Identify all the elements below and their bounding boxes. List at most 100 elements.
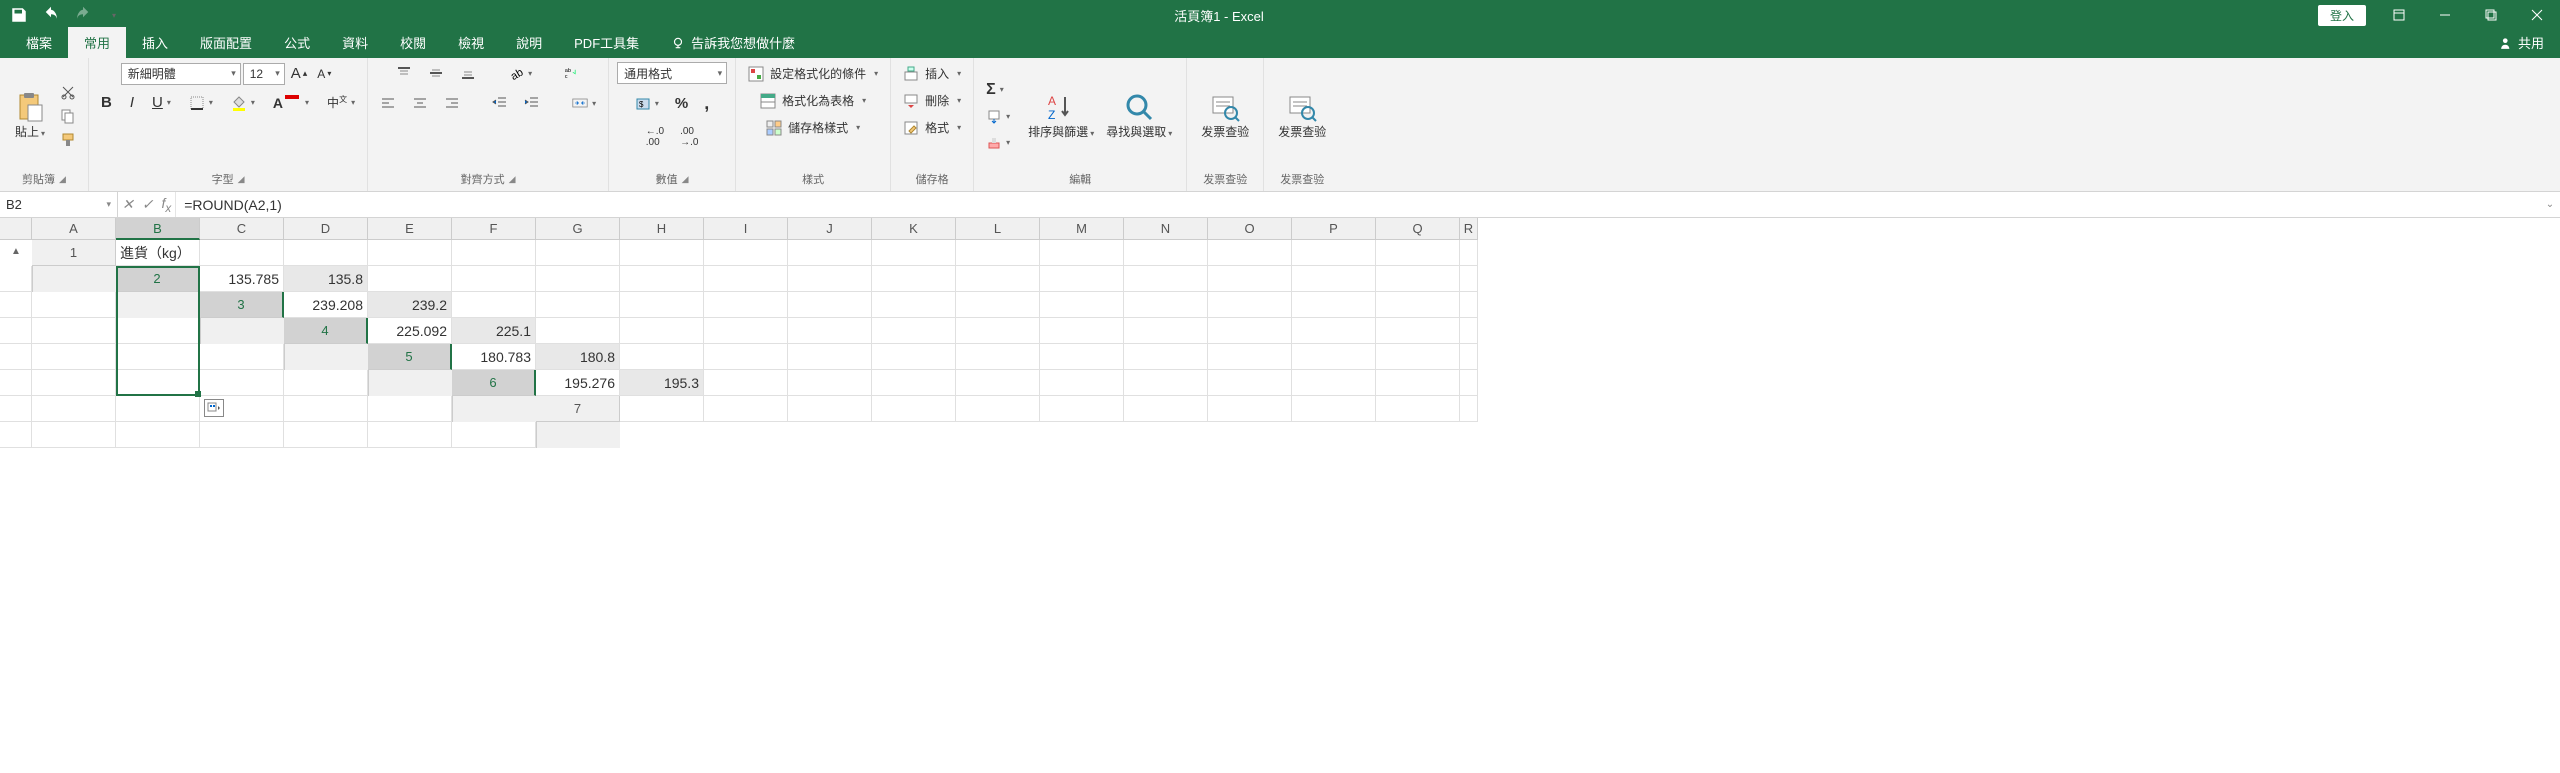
cell[interactable] bbox=[1460, 292, 1478, 318]
invoice-check-button-1[interactable]: 发票查验 bbox=[1195, 89, 1255, 141]
tab-help[interactable]: 說明 bbox=[500, 27, 558, 58]
cell[interactable] bbox=[284, 240, 368, 266]
find-select-button[interactable]: 尋找與選取 bbox=[1100, 89, 1178, 141]
clipboard-launcher-icon[interactable]: ◢ bbox=[59, 174, 66, 185]
cell[interactable] bbox=[0, 266, 32, 292]
cell[interactable] bbox=[872, 292, 956, 318]
cell[interactable] bbox=[1208, 318, 1292, 344]
cell[interactable] bbox=[1040, 240, 1124, 266]
cell[interactable]: 239.208 bbox=[284, 292, 368, 318]
decrease-font-icon[interactable]: A▾ bbox=[313, 64, 335, 84]
cell[interactable] bbox=[1460, 344, 1478, 370]
row-header[interactable]: 7 bbox=[536, 396, 620, 422]
cell[interactable] bbox=[704, 292, 788, 318]
cell[interactable] bbox=[620, 396, 704, 422]
font-size-combo[interactable]: 12 bbox=[243, 63, 285, 85]
cell[interactable] bbox=[284, 396, 368, 422]
cell[interactable] bbox=[452, 240, 536, 266]
wrap-text-icon[interactable]: abc bbox=[560, 62, 584, 84]
cell[interactable] bbox=[788, 396, 872, 422]
cell[interactable] bbox=[1040, 370, 1124, 396]
cell[interactable] bbox=[788, 370, 872, 396]
cell[interactable] bbox=[1040, 318, 1124, 344]
tab-file[interactable]: 檔案 bbox=[10, 27, 68, 58]
row-header[interactable]: 6 bbox=[452, 370, 536, 396]
column-header[interactable]: J bbox=[788, 218, 872, 240]
cell[interactable] bbox=[1124, 240, 1208, 266]
column-header[interactable]: I bbox=[704, 218, 788, 240]
cell[interactable] bbox=[452, 266, 536, 292]
cell[interactable] bbox=[1292, 266, 1376, 292]
cell[interactable] bbox=[872, 266, 956, 292]
cell[interactable] bbox=[872, 370, 956, 396]
phonetic-button[interactable]: 中文 bbox=[323, 91, 359, 114]
cell[interactable] bbox=[1208, 240, 1292, 266]
align-right-icon[interactable] bbox=[440, 92, 464, 114]
share-button[interactable]: 共用 bbox=[2484, 27, 2560, 58]
expand-formula-bar-icon[interactable]: ⌄ bbox=[2540, 192, 2560, 217]
minimize-icon[interactable] bbox=[2422, 0, 2468, 30]
row-header[interactable]: 2 bbox=[116, 266, 200, 292]
align-top-icon[interactable] bbox=[392, 62, 416, 84]
cell[interactable]: 225.1 bbox=[452, 318, 536, 344]
cell[interactable] bbox=[620, 240, 704, 266]
row-header[interactable]: 5 bbox=[368, 344, 452, 370]
format-as-table-button[interactable]: 格式化為表格 bbox=[756, 89, 870, 112]
autosum-icon[interactable]: Σ bbox=[982, 78, 1014, 102]
italic-button[interactable]: I bbox=[126, 91, 138, 114]
column-header[interactable]: M bbox=[1040, 218, 1124, 240]
paste-button[interactable]: 貼上 bbox=[8, 89, 52, 141]
row-header[interactable]: 4 bbox=[284, 318, 368, 344]
bold-button[interactable]: B bbox=[97, 91, 116, 114]
cell[interactable] bbox=[32, 370, 116, 396]
cell[interactable] bbox=[704, 240, 788, 266]
cell[interactable] bbox=[1040, 344, 1124, 370]
cell[interactable] bbox=[956, 292, 1040, 318]
align-center-icon[interactable] bbox=[408, 92, 432, 114]
cell[interactable] bbox=[704, 344, 788, 370]
cell[interactable] bbox=[1376, 266, 1460, 292]
cell[interactable] bbox=[872, 240, 956, 266]
increase-indent-icon[interactable] bbox=[520, 92, 544, 114]
cell[interactable] bbox=[1376, 344, 1460, 370]
underline-button[interactable]: U bbox=[148, 91, 175, 114]
column-header[interactable]: G bbox=[536, 218, 620, 240]
redo-icon[interactable] bbox=[74, 6, 92, 24]
cell[interactable] bbox=[0, 318, 32, 344]
percent-format-icon[interactable]: % bbox=[671, 92, 692, 115]
qat-customize-icon[interactable] bbox=[106, 8, 120, 23]
cell[interactable] bbox=[1460, 240, 1478, 266]
cell[interactable] bbox=[116, 422, 200, 448]
cell[interactable] bbox=[1208, 396, 1292, 422]
cell[interactable] bbox=[0, 344, 32, 370]
cell[interactable] bbox=[956, 240, 1040, 266]
cell[interactable] bbox=[116, 344, 200, 370]
sort-filter-button[interactable]: AZ 排序與篩選 bbox=[1022, 89, 1100, 141]
maximize-icon[interactable] bbox=[2468, 0, 2514, 30]
increase-decimal-icon[interactable]: ←.0.00 bbox=[642, 123, 668, 151]
cell[interactable] bbox=[284, 370, 368, 396]
cell[interactable] bbox=[32, 344, 116, 370]
decrease-indent-icon[interactable] bbox=[488, 92, 512, 114]
cell[interactable] bbox=[1292, 344, 1376, 370]
tab-review[interactable]: 校閱 bbox=[384, 27, 442, 58]
cell[interactable] bbox=[1376, 370, 1460, 396]
row-header[interactable]: 1 bbox=[32, 240, 116, 266]
insert-cells-button[interactable]: 插入 bbox=[899, 62, 965, 85]
cancel-formula-icon[interactable]: ✕ bbox=[122, 196, 134, 213]
cell[interactable]: 135.785 bbox=[200, 266, 284, 292]
clear-icon[interactable] bbox=[982, 132, 1014, 154]
cell[interactable] bbox=[788, 240, 872, 266]
cell[interactable] bbox=[1460, 266, 1478, 292]
cell[interactable] bbox=[1292, 370, 1376, 396]
insert-function-icon[interactable]: fx bbox=[161, 195, 171, 215]
cell[interactable] bbox=[704, 266, 788, 292]
row-header[interactable]: 3 bbox=[200, 292, 284, 318]
cell[interactable] bbox=[956, 344, 1040, 370]
cell[interactable] bbox=[200, 370, 284, 396]
format-painter-button[interactable] bbox=[56, 129, 80, 151]
increase-font-icon[interactable]: A▴ bbox=[287, 62, 312, 85]
column-header[interactable]: H bbox=[620, 218, 704, 240]
comma-format-icon[interactable]: , bbox=[700, 90, 713, 117]
conditional-format-button[interactable]: 設定格式化的條件 bbox=[744, 62, 882, 85]
